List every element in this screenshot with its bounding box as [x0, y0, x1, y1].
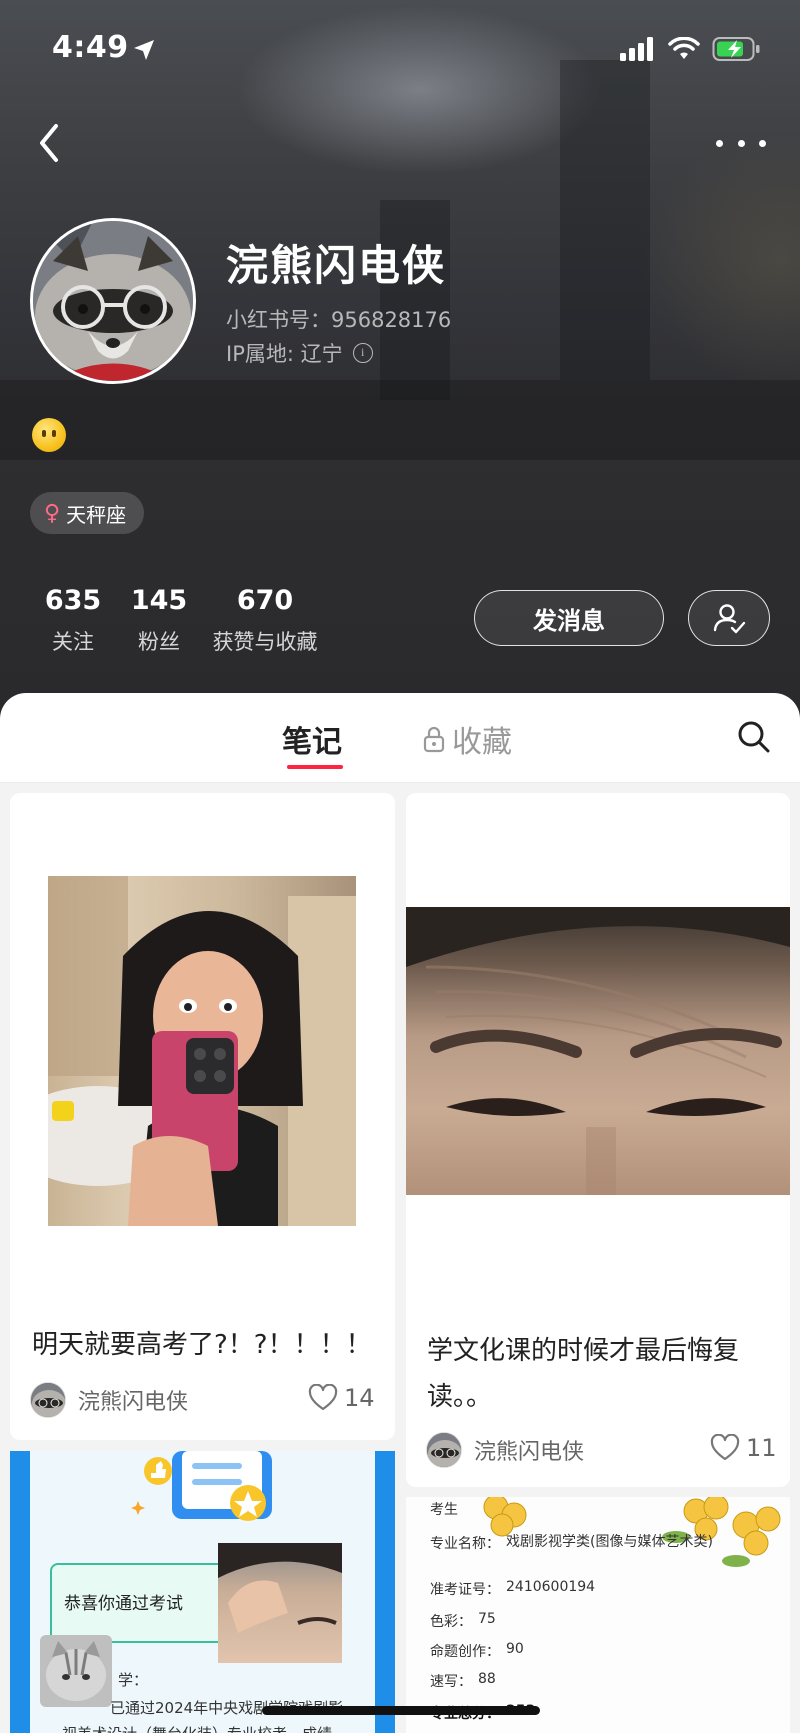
tab-collections-label: 收藏	[452, 725, 512, 760]
note-author[interactable]: 浣熊闪电侠	[426, 1432, 584, 1468]
cat-face-image	[46, 1641, 106, 1701]
stat-value: 635	[44, 585, 102, 616]
note-image-score-sheet[interactable]: 考生 专业名称： 戏剧影视学类(图像与媒体艺术类) 准考证号： 24106001…	[406, 1497, 790, 1733]
location-arrow-icon	[134, 40, 154, 60]
dot-icon	[759, 139, 766, 147]
profile-name: 浣熊闪电侠	[226, 241, 447, 290]
stat-label: 粉丝	[138, 630, 180, 654]
tab-notes[interactable]: 笔记	[282, 717, 342, 761]
like-button[interactable]: 11	[710, 1434, 777, 1462]
ip-location-text: IP属地: 辽宁	[226, 342, 343, 366]
background-building	[560, 60, 650, 380]
background-street	[0, 380, 800, 460]
more-options-button[interactable]	[716, 126, 766, 160]
score-row-value: 75	[478, 1611, 496, 1627]
female-icon: ♀	[44, 500, 61, 526]
raccoon-avatar-image	[33, 221, 193, 381]
congrats-line1: 学：	[118, 1671, 149, 1689]
dot-icon	[716, 139, 723, 147]
note-title[interactable]: 明天就要高考了?！?！！！！	[32, 1322, 382, 1368]
tab-collections[interactable]: 收藏	[422, 717, 512, 761]
forehead-closeup-image	[406, 907, 790, 1195]
mirror-selfie-image	[48, 876, 356, 1226]
raccoon-avatar-image	[31, 1383, 65, 1417]
score-row-label: 速写：	[430, 1674, 472, 1690]
note-title[interactable]: 学文化课的时候才最后悔复读。。	[427, 1328, 777, 1420]
score-major-value: 戏剧影视学类(图像与媒体艺术类)	[506, 1534, 713, 1550]
zodiac-label: 天秤座	[66, 502, 127, 527]
score-row-label: 色彩：	[430, 1614, 472, 1630]
like-button[interactable]: 14	[308, 1384, 375, 1412]
active-tab-indicator	[287, 765, 343, 769]
stat-value: 670	[236, 585, 294, 616]
send-message-button[interactable]: 发消息	[474, 590, 664, 646]
stat-followers[interactable]: 145 粉丝	[116, 585, 202, 656]
stat-likes-collections[interactable]: 670 获赞与收藏	[202, 585, 328, 656]
score-major-label: 专业名称：	[430, 1536, 500, 1552]
wifi-icon	[668, 37, 700, 59]
like-count: 14	[344, 1384, 375, 1412]
hand-on-forehead-image	[218, 1543, 342, 1633]
score-row-value: 90	[506, 1641, 524, 1657]
home-indicator[interactable]	[262, 1706, 540, 1715]
note-image-mirror-selfie[interactable]	[48, 876, 356, 1226]
score-row-label: 命题创作：	[430, 1644, 500, 1660]
stat-label: 关注	[52, 630, 94, 654]
back-button[interactable]	[32, 118, 68, 168]
congrats-heading: 恭喜你通过考试	[64, 1594, 183, 1614]
profile-header: 4:49 浣熊闪电侠 小红书号：956828176 IP属地: 辽宁 i ♀ 天…	[0, 0, 800, 720]
score-ticket-value: 2410600194	[506, 1579, 596, 1595]
stat-label: 获赞与收藏	[212, 630, 318, 654]
info-icon[interactable]: i	[352, 343, 373, 363]
user-check-icon	[713, 604, 746, 634]
score-ticket-label: 准考证号：	[430, 1582, 500, 1598]
author-name: 浣熊闪电侠	[78, 1390, 189, 1415]
author-name: 浣熊闪电侠	[474, 1440, 585, 1465]
note-image-forehead-closeup[interactable]	[406, 907, 790, 1195]
checklist-trophy-icon	[131, 1451, 272, 1521]
note-author[interactable]: 浣熊闪电侠	[30, 1382, 188, 1418]
background-building	[380, 200, 450, 400]
stat-value: 145	[130, 585, 188, 616]
cat-sticker-image	[40, 1635, 112, 1707]
score-row-value: 88	[478, 1671, 496, 1687]
lock-icon	[423, 726, 445, 753]
profile-tabs: 笔记 收藏	[0, 693, 800, 783]
zodiac-tag: ♀ 天秤座	[30, 492, 145, 534]
author-avatar	[426, 1432, 462, 1468]
heart-icon	[710, 1434, 740, 1461]
red-id[interactable]: 小红书号：956828176	[226, 304, 451, 334]
like-count: 11	[746, 1434, 777, 1462]
status-indicators	[620, 36, 762, 62]
search-icon[interactable]	[736, 719, 772, 755]
ip-location: IP属地: 辽宁 i	[226, 338, 373, 368]
dot-icon	[737, 139, 745, 147]
selfie-inset-image	[218, 1543, 342, 1663]
heart-icon	[308, 1384, 338, 1411]
battery-icon	[712, 37, 760, 61]
congrats-line3: 视美术设计（舞台化装）专业校考，成绩	[62, 1723, 332, 1733]
status-time: 4:49	[52, 30, 129, 65]
score-exam-label: 考生	[430, 1502, 458, 1518]
note-image-congrats[interactable]: 恭喜你通过考试 学： 已通过2024年中央戏剧学院戏剧影 视美术设计（舞台化装）…	[10, 1451, 395, 1733]
stat-following[interactable]: 635 关注	[30, 585, 116, 656]
profile-avatar[interactable]	[30, 218, 196, 384]
profile-stats: 635 关注 145 粉丝 670 获赞与收藏	[30, 585, 328, 656]
author-avatar	[30, 1382, 66, 1418]
followed-status-button[interactable]	[688, 590, 770, 646]
signal-icon	[620, 37, 653, 61]
speechless-face-emoji-icon	[32, 418, 66, 452]
raccoon-avatar-image	[427, 1433, 461, 1467]
